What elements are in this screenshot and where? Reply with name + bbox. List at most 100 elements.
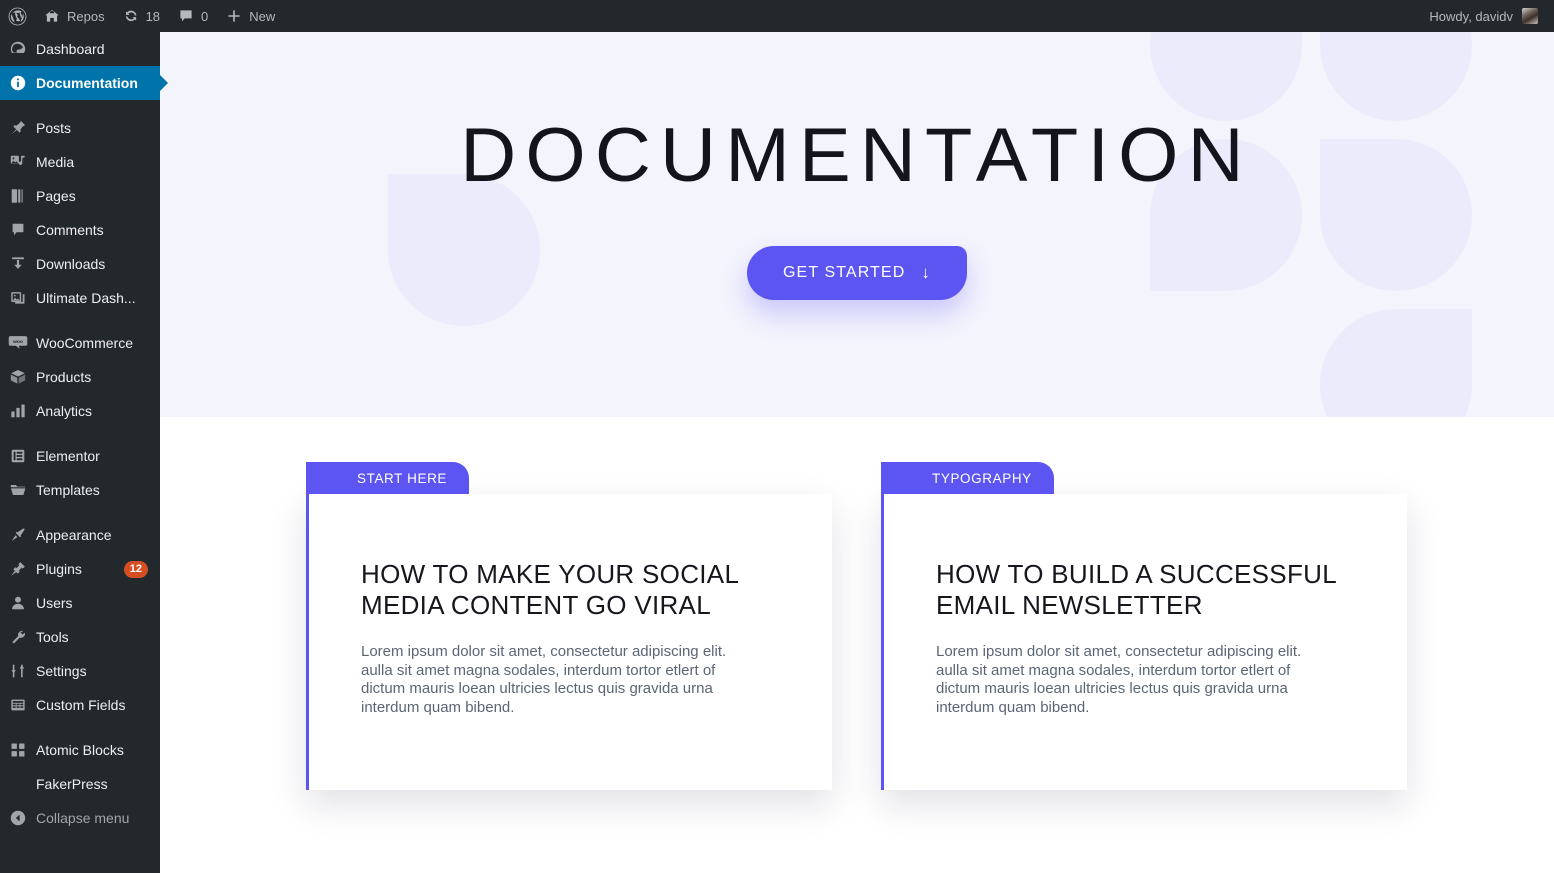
- sidebar-item-label: Downloads: [36, 256, 106, 272]
- sidebar-item-label: Media: [36, 154, 75, 170]
- sidebar-item-atomic-blocks[interactable]: Atomic Blocks: [0, 733, 160, 767]
- sidebar-item-label: Ultimate Dash...: [36, 290, 136, 306]
- sidebar-item-media[interactable]: Media: [0, 145, 160, 179]
- hero-content: DOCUMENTATION GET STARTED ↓: [160, 32, 1554, 417]
- box-icon: [0, 368, 36, 386]
- sidebar-item-settings[interactable]: Settings: [0, 654, 160, 688]
- wrench-icon: [0, 628, 36, 646]
- sidebar-item-pages[interactable]: Pages: [0, 179, 160, 213]
- sidebar-item-elementor[interactable]: Elementor: [0, 439, 160, 473]
- doc-card[interactable]: START HERE HOW TO MAKE YOUR SOCIAL MEDIA…: [306, 462, 832, 790]
- admin-sidebar: Dashboard Documentation Posts Media Page…: [0, 32, 168, 873]
- sidebar-item-label: Atomic Blocks: [36, 742, 124, 758]
- comments-button[interactable]: 0: [169, 0, 217, 32]
- sidebar-separator: [0, 315, 160, 326]
- page-title: DOCUMENTATION: [460, 113, 1254, 198]
- sidebar-item-dashboard[interactable]: Dashboard: [0, 32, 160, 66]
- sidebar-item-label: Appearance: [36, 527, 112, 543]
- sidebar-item-label: Documentation: [36, 75, 138, 91]
- sliders-icon: [0, 662, 36, 680]
- sidebar-item-ultimate-dashboard[interactable]: Ultimate Dash...: [0, 281, 160, 315]
- plus-icon: [226, 8, 242, 24]
- card-body: HOW TO BUILD A SUCCESSFUL EMAIL NEWSLETT…: [884, 494, 1407, 717]
- blocks-icon: [0, 741, 36, 759]
- user-icon: [0, 594, 36, 612]
- get-started-button[interactable]: GET STARTED ↓: [747, 246, 967, 300]
- comments-count: 0: [201, 8, 209, 24]
- card-body: HOW TO MAKE YOUR SOCIAL MEDIA CONTENT GO…: [309, 494, 832, 717]
- sidebar-item-posts[interactable]: Posts: [0, 111, 160, 145]
- sidebar-item-plugins[interactable]: Plugins 12: [0, 552, 160, 586]
- sidebar-item-users[interactable]: Users: [0, 586, 160, 620]
- sidebar-item-label: Pages: [36, 188, 76, 204]
- plug-icon: [0, 560, 36, 578]
- bars-icon: [0, 402, 36, 420]
- cards-section: START HERE HOW TO MAKE YOUR SOCIAL MEDIA…: [160, 417, 1554, 873]
- sidebar-item-tools[interactable]: Tools: [0, 620, 160, 654]
- pages-icon: [0, 187, 36, 205]
- folder-icon: [0, 481, 36, 499]
- sidebar-item-comments[interactable]: Comments: [0, 213, 160, 247]
- admin-bar: Repos 18 0 New Howdy, davidv: [0, 0, 1554, 32]
- my-account-button[interactable]: Howdy, davidv: [1420, 0, 1554, 32]
- sidebar-separator: [0, 507, 160, 518]
- dashboard-icon: [0, 40, 36, 58]
- arrow-down-icon: ↓: [921, 263, 931, 282]
- sidebar-item-label: Posts: [36, 120, 72, 136]
- sidebar-item-label: FakerPress: [36, 776, 108, 792]
- sidebar-item-label: Custom Fields: [36, 697, 126, 713]
- info-icon: [0, 74, 36, 92]
- wordpress-logo-button[interactable]: [0, 0, 35, 32]
- sidebar-item-label: Plugins: [36, 561, 82, 577]
- card-category-badge[interactable]: START HERE: [306, 462, 470, 494]
- card-text: Lorem ipsum dolor sit amet, consectetur …: [936, 643, 1302, 716]
- sidebar-item-label: Settings: [36, 663, 87, 679]
- sidebar-item-label: Collapse menu: [36, 810, 130, 826]
- card-category-badge[interactable]: TYPOGRAPHY: [881, 462, 1054, 494]
- sidebar-item-label: Templates: [36, 482, 100, 498]
- sidebar-item-label: Elementor: [36, 448, 100, 464]
- sidebar-item-appearance[interactable]: Appearance: [0, 518, 160, 552]
- site-name-label: Repos: [67, 8, 105, 24]
- sidebar-item-downloads[interactable]: Downloads: [0, 247, 160, 281]
- pin-icon: [0, 119, 36, 137]
- howdy-label: Howdy, davidv: [1429, 8, 1513, 24]
- sidebar-separator: [0, 722, 160, 733]
- images-icon: [0, 289, 36, 307]
- doc-card[interactable]: TYPOGRAPHY HOW TO BUILD A SUCCESSFUL EMA…: [881, 462, 1407, 790]
- sidebar-item-label: Users: [36, 595, 73, 611]
- svg-text:woo: woo: [12, 340, 23, 345]
- sidebar-item-label: Comments: [36, 222, 104, 238]
- elementor-icon: [0, 447, 36, 465]
- card-title: HOW TO BUILD A SUCCESSFUL EMAIL NEWSLETT…: [936, 559, 1337, 620]
- sidebar-item-label: WooCommerce: [36, 335, 133, 351]
- main-content: DOCUMENTATION GET STARTED ↓ START HERE H…: [160, 32, 1554, 873]
- sidebar-item-custom-fields[interactable]: Custom Fields: [0, 688, 160, 722]
- table-icon: [0, 696, 36, 714]
- media-icon: [0, 153, 36, 171]
- wordpress-icon: [8, 7, 27, 26]
- new-content-button[interactable]: New: [217, 0, 284, 32]
- sidebar-item-label: Analytics: [36, 403, 93, 419]
- sidebar-separator: [0, 100, 160, 111]
- new-content-label: New: [249, 8, 276, 24]
- card-text: Lorem ipsum dolor sit amet, consectetur …: [361, 643, 727, 716]
- sidebar-item-templates[interactable]: Templates: [0, 473, 160, 507]
- download-icon: [0, 255, 36, 273]
- sidebar-item-fakerpress[interactable]: FakerPress: [0, 767, 160, 801]
- sidebar-item-woocommerce[interactable]: woo WooCommerce: [0, 326, 160, 360]
- collapse-icon: [0, 809, 36, 827]
- sidebar-item-products[interactable]: Products: [0, 360, 160, 394]
- avatar: [1522, 8, 1538, 24]
- get-started-label: GET STARTED: [783, 264, 906, 281]
- updates-button[interactable]: 18: [114, 0, 169, 32]
- card-title: HOW TO MAKE YOUR SOCIAL MEDIA CONTENT GO…: [361, 559, 739, 620]
- sidebar-item-analytics[interactable]: Analytics: [0, 394, 160, 428]
- site-name-button[interactable]: Repos: [35, 0, 114, 32]
- home-icon: [44, 8, 60, 24]
- sidebar-item-label: Dashboard: [36, 41, 105, 57]
- hero-section: DOCUMENTATION GET STARTED ↓: [160, 32, 1554, 417]
- comment-bubble-icon: [178, 8, 194, 24]
- sidebar-item-collapse-menu[interactable]: Collapse menu: [0, 801, 160, 835]
- sidebar-item-documentation[interactable]: Documentation: [0, 66, 168, 100]
